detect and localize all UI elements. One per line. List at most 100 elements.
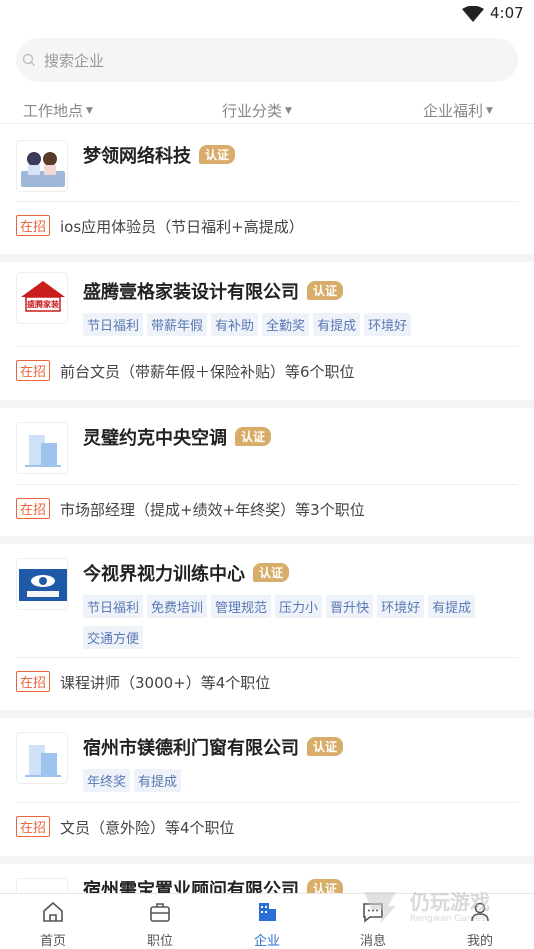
benefit-tag: 节日福利 [83,595,144,618]
job-summary-text: 前台文员（带薪年假＋保险补贴）等6个职位 [60,363,355,381]
tab-companies-label: 企业 [253,934,280,949]
benefit-tag: 有提成 [134,769,182,792]
watermark-subtext: Rengwan Games [410,914,486,924]
company-name: 盛腾壹格家装设计有限公司 认证 [83,278,344,304]
job-summary-text: 市场部经理（提成+绩效+年终奖）等3个职位 [60,501,365,519]
company-logo [16,878,68,893]
benefit-tags: 节日福利 免费培训 管理规范 压力小 晋升快 环境好 有提成交通方便 [83,595,513,657]
tab-home[interactable]: 首页 [13,894,93,949]
search-icon [22,53,35,66]
filter-industry-label: 行业分类 [222,102,283,120]
card-separator [0,254,534,262]
company-card[interactable]: 宿州市镁德利门窗有限公司 认证 年终奖 有提成 在招 文员（意外险）等4个职位 [0,718,534,856]
job-summary: 在招 前台文员（带薪年假＋保险补贴）等6个职位 [16,360,355,382]
home-icon [43,901,63,922]
company-name-text: 灵璧约克中央空调 [83,428,227,449]
benefit-tag: 有补助 [211,313,259,336]
verified-badge: 认证 [199,145,236,164]
company-name: 宿州需宝置业顾问有限公司 认证 [83,876,344,893]
job-summary-text: ios应用体验员（节日福利+高提成） [60,218,304,236]
verified-badge: 认证 [307,737,344,756]
watermark-text: 仍玩游戏 [410,890,490,914]
filter-industry[interactable]: 行业分类 ▼ [222,100,292,121]
company-name-text: 今视界视力训练中心 [83,564,245,585]
company-logo [16,732,68,784]
verified-badge: 认证 [235,427,272,446]
card-separator [0,536,534,544]
card-separator [0,400,534,408]
company-card[interactable]: 灵璧约克中央空调 认证 在招 市场部经理（提成+绩效+年终奖）等3个职位 [0,408,534,536]
benefit-tag: 环境好 [364,313,412,336]
logo-text: 盛腾家装 [27,299,59,309]
caret-down-icon: ▼ [285,106,292,116]
watermark: 仍玩游戏 Rengwan Games [358,884,528,934]
benefit-tag: 环境好 [377,595,425,618]
company-name-text: 梦领网络科技 [83,146,191,167]
search-input[interactable]: 搜索企业 [16,38,518,82]
company-card[interactable]: 盛腾家装 盛腾壹格家装设计有限公司 认证 节日福利 带薪年假 有补助 全勤奖 有提成 环境好… [0,262,534,400]
hiring-badge: 在招 [16,215,51,236]
company-name-text: 宿州需宝置业顾问有限公司 [83,880,299,893]
benefit-tag: 压力小 [275,595,323,618]
benefit-tag: 带薪年假 [147,313,208,336]
company-card[interactable]: 今视界视力训练中心 认证 节日福利 免费培训 管理规范 压力小 晋升快 环境好 有提成交通方便… [0,544,534,710]
company-card[interactable]: 梦领网络科技 认证 在招 ios应用体验员（节日福利+高提成） [0,124,534,254]
benefit-tag: 节日福利 [83,313,144,336]
divider [16,802,518,803]
card-separator [0,710,534,718]
verified-badge: 认证 [307,281,344,300]
search-placeholder: 搜索企业 [44,52,105,70]
benefit-tag: 免费培训 [147,595,208,618]
company-name-text: 盛腾壹格家装设计有限公司 [83,282,299,303]
wifi-icon [462,6,484,22]
benefit-tag: 有提成 [428,595,476,618]
tab-jobs-label: 职位 [146,934,173,949]
company-name-text: 宿州市镁德利门窗有限公司 [83,738,299,759]
company-name: 灵璧约克中央空调 认证 [83,424,272,450]
hiring-badge: 在招 [16,671,51,692]
divider [16,346,518,347]
tab-companies[interactable]: 企业 [227,894,307,949]
company-logo [16,422,68,474]
filter-benefits-label: 企业福利 [423,102,484,120]
job-summary-text: 课程讲师（3000+）等4个职位 [60,674,271,692]
company-logo [16,140,68,192]
benefit-tag: 晋升快 [326,595,374,618]
benefit-tag: 全勤奖 [262,313,310,336]
tab-home-label: 首页 [39,934,66,949]
filter-location-label: 工作地点 [23,102,84,120]
briefcase-icon [150,903,170,922]
hiring-badge: 在招 [16,816,51,837]
benefit-tag: 交通方便 [83,626,144,649]
benefit-tag: 有提成 [313,313,361,336]
status-time: 4:07 [490,4,524,22]
status-bar: 4:07 [0,0,534,30]
divider [16,657,518,658]
tab-jobs[interactable]: 职位 [120,894,200,949]
filter-location[interactable]: 工作地点 ▼ [23,100,93,121]
job-summary: 在招 课程讲师（3000+）等4个职位 [16,671,270,693]
benefit-tag: 年终奖 [83,769,131,792]
verified-badge: 认证 [307,879,344,893]
filter-bar: 工作地点 ▼ 行业分类 ▼ 企业福利 ▼ [0,96,534,124]
benefit-tags: 年终奖 有提成 [83,769,513,800]
caret-down-icon: ▼ [86,106,93,116]
hiring-badge: 在招 [16,360,51,381]
job-summary-text: 文员（意外险）等4个职位 [60,819,235,837]
company-name: 梦领网络科技 认证 [83,142,236,168]
hiring-badge: 在招 [16,498,51,519]
company-logo [16,558,68,610]
card-separator [0,856,534,864]
company-name: 今视界视力训练中心 认证 [83,560,290,586]
company-logo: 盛腾家装 [16,272,68,324]
job-summary: 在招 市场部经理（提成+绩效+年终奖）等3个职位 [16,498,365,520]
verified-badge: 认证 [253,563,290,582]
divider [16,201,518,202]
caret-down-icon: ▼ [486,106,493,116]
job-summary: 在招 ios应用体验员（节日福利+高提成） [16,215,304,237]
filter-benefits[interactable]: 企业福利 ▼ [423,100,493,121]
benefit-tags: 节日福利 带薪年假 有补助 全勤奖 有提成 环境好 [83,313,513,344]
watermark-logo-icon [364,892,396,924]
divider [16,484,518,485]
company-name: 宿州市镁德利门窗有限公司 认证 [83,734,344,760]
